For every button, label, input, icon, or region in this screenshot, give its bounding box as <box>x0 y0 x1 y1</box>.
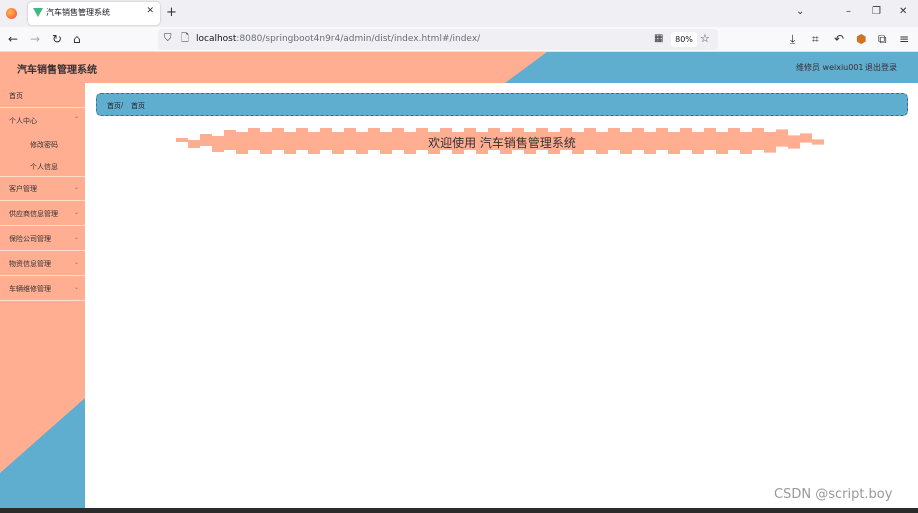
menu-icon[interactable]: ≡ <box>899 32 909 46</box>
sidebar-item-suppliers[interactable]: 供应商信息管理 ⌄ <box>0 201 85 226</box>
new-tab-button[interactable]: + <box>166 6 177 19</box>
app-title: 汽车销售管理系统 <box>17 65 97 76</box>
sidebar-item-label: 车辆维修管理 <box>9 285 51 293</box>
qr-code-icon[interactable]: ▦ <box>654 32 663 46</box>
shield-icon[interactable]: ⛉ <box>164 32 172 46</box>
chevron-down-icon: ⌄ <box>73 259 79 266</box>
sidebar-subitem-label: 修改密码 <box>30 141 58 149</box>
sidebar-item-home[interactable]: 首页 <box>0 83 85 108</box>
sidebar-item-personal-center[interactable]: 个人中心 ⌃ <box>0 108 85 133</box>
chevron-down-icon: ⌄ <box>73 234 79 241</box>
download-icon[interactable]: ⤓ <box>790 32 795 46</box>
sidebar-item-customers[interactable]: 客户管理 ⌄ <box>0 176 85 201</box>
puzzle-icon[interactable]: ⧉ <box>878 32 887 46</box>
reload-icon[interactable]: ↻ <box>52 32 62 46</box>
page-info-icon[interactable]: 🗋 <box>181 32 189 46</box>
breadcrumb-item-current: 首页 <box>131 102 145 110</box>
browser-nav-bar: ← → ↻ ⌂ ⛉ 🗋 localhost:8080/springboot4n9… <box>0 27 918 52</box>
chevron-down-icon: ⌄ <box>73 209 79 216</box>
firefox-icon[interactable] <box>6 8 17 19</box>
header-salmon-band <box>0 52 547 83</box>
home-icon[interactable]: ⌂ <box>73 32 81 46</box>
sidebar-item-repairs[interactable]: 车辆维修管理 ⌄ <box>0 276 85 301</box>
close-window-icon[interactable]: ✕ <box>899 6 907 18</box>
user-info: 维修员 weixiu001 <box>796 63 864 72</box>
sidebar-item-label: 个人中心 <box>9 117 37 125</box>
chevron-down-icon: ⌄ <box>73 284 79 291</box>
sidebar-item-label: 首页 <box>9 92 23 100</box>
sidebar-item-insurance[interactable]: 保险公司管理 ⌄ <box>0 226 85 251</box>
forward-arrow-icon[interactable]: → <box>30 32 40 46</box>
sidebar-item-label: 客户管理 <box>9 185 37 193</box>
watermark: CSDN @script.boy <box>774 487 893 502</box>
browser-tab-bar: 汽车销售管理系统 ✕ + ⌄ – ❐ ✕ <box>0 0 918 27</box>
welcome-banner: 欢迎使用 汽车销售管理系统 <box>176 126 828 156</box>
taskbar-strip <box>0 508 918 513</box>
sidebar-item-label: 物资信息管理 <box>9 260 51 268</box>
minimize-icon[interactable]: – <box>846 6 851 18</box>
bookmark-star-icon[interactable]: ☆ <box>700 32 710 46</box>
sidebar-subitem-personal-info[interactable]: 个人信息 <box>0 155 85 177</box>
sidebar-subitem-label: 个人信息 <box>30 163 58 171</box>
close-icon[interactable]: ✕ <box>146 6 154 16</box>
address-bar[interactable]: ⛉ 🗋 localhost:8080/springboot4n9r4/admin… <box>158 29 718 50</box>
chevron-up-icon: ⌃ <box>73 116 79 123</box>
breadcrumb-separator: / <box>121 101 124 109</box>
breadcrumb-item-home[interactable]: 首页 <box>107 101 121 111</box>
sidebar-item-materials[interactable]: 物资信息管理 ⌄ <box>0 251 85 276</box>
sidebar: 首页 个人中心 ⌃ 修改密码 个人信息 客户管理 ⌄ 供应商信息管理 ⌄ 保险公… <box>0 83 85 513</box>
extension-icon[interactable]: ⬢ <box>856 32 866 46</box>
logout-button[interactable]: 退出登录 <box>865 62 897 73</box>
url-text[interactable]: localhost:8080/springboot4n9r4/admin/dis… <box>196 34 480 44</box>
breadcrumb: 首页 / 首页 <box>96 93 908 116</box>
crop-icon[interactable]: ⌗ <box>812 32 819 46</box>
zoom-level[interactable]: 80% <box>671 32 697 47</box>
app-header: 汽车销售管理系统 维修员 weixiu001 退出登录 <box>0 52 918 83</box>
chevron-down-icon[interactable]: ⌄ <box>796 6 804 18</box>
sidebar-subitem-change-password[interactable]: 修改密码 <box>0 133 85 155</box>
vue-favicon-icon <box>33 8 43 17</box>
back-arrow-icon[interactable]: ← <box>8 32 18 46</box>
undo-icon[interactable]: ↶ <box>834 32 844 46</box>
sidebar-item-label: 供应商信息管理 <box>9 210 58 218</box>
chevron-down-icon: ⌄ <box>73 184 79 191</box>
browser-tab[interactable]: 汽车销售管理系统 ✕ <box>28 2 160 25</box>
sidebar-item-label: 保险公司管理 <box>9 235 51 243</box>
restore-icon[interactable]: ❐ <box>872 6 881 18</box>
tab-title: 汽车销售管理系统 <box>46 8 110 17</box>
welcome-text: 欢迎使用 汽车销售管理系统 <box>428 136 576 150</box>
